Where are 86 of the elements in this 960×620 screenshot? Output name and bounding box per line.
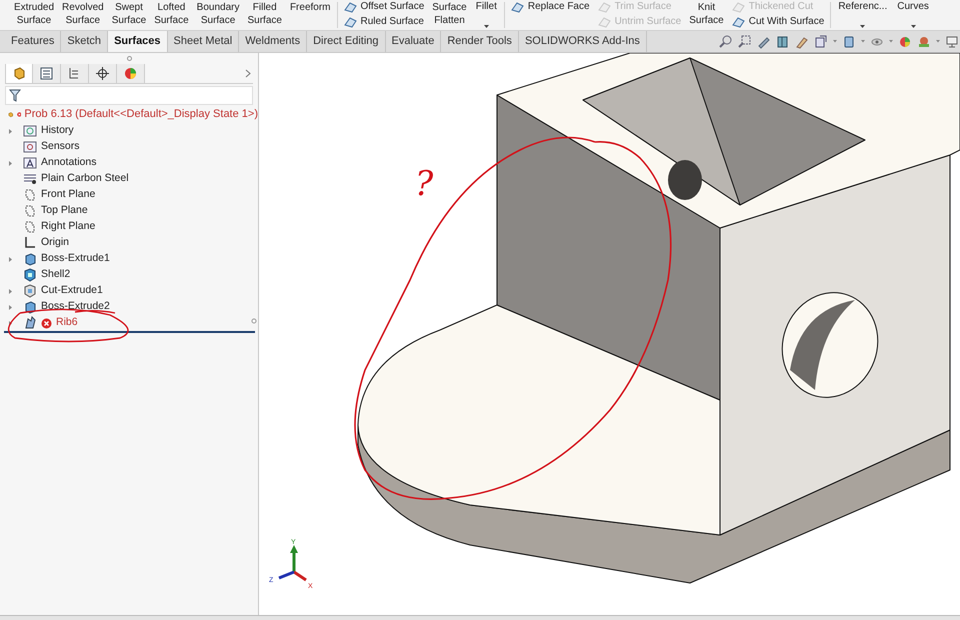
display-style-icon[interactable] bbox=[842, 34, 856, 48]
ribbon-button[interactable]: Lofted Surface bbox=[150, 0, 193, 30]
folder-icon bbox=[23, 124, 37, 138]
surface-icon bbox=[344, 0, 357, 12]
extrude-icon bbox=[23, 252, 37, 266]
property-list-icon bbox=[39, 66, 54, 81]
filter-field[interactable] bbox=[5, 86, 253, 105]
zoom-to-fit-icon[interactable] bbox=[718, 34, 733, 48]
chevron-right-icon[interactable] bbox=[245, 69, 251, 78]
annotation-icon bbox=[23, 156, 37, 170]
surface-icon bbox=[732, 16, 745, 28]
expand-arrow-icon[interactable] bbox=[9, 160, 13, 166]
caret-icon[interactable] bbox=[832, 40, 837, 43]
sensor-icon bbox=[23, 140, 37, 154]
ribbon-button[interactable]: Ruled Surface bbox=[344, 15, 424, 28]
appearance-icon[interactable] bbox=[898, 34, 912, 48]
tree-item[interactable]: Sensors bbox=[41, 139, 80, 155]
ribbon-button[interactable]: Offset Surface bbox=[344, 0, 424, 13]
tree-item[interactable]: History bbox=[41, 123, 74, 139]
cut-icon bbox=[23, 284, 37, 298]
caret-icon bbox=[484, 25, 489, 28]
annotation-stroke bbox=[74, 310, 116, 314]
ribbon-button[interactable]: Knit Surface bbox=[685, 0, 728, 30]
view-orientation-icon[interactable] bbox=[814, 34, 828, 48]
caret-icon[interactable] bbox=[936, 40, 940, 43]
caret-icon[interactable] bbox=[860, 40, 865, 43]
ribbon-button[interactable]: Boundary Surface bbox=[192, 0, 244, 30]
handwritten-question-mark: ? bbox=[415, 164, 434, 204]
tree-item[interactable]: Right Plane bbox=[41, 219, 96, 235]
expand-arrow-icon[interactable] bbox=[9, 304, 13, 310]
crosshair-icon bbox=[95, 66, 110, 81]
plane-icon bbox=[23, 188, 37, 202]
shell-icon bbox=[23, 268, 37, 282]
monitor-icon[interactable] bbox=[944, 34, 959, 48]
grip-icon[interactable] bbox=[126, 56, 132, 61]
expand-arrow-icon[interactable] bbox=[9, 320, 13, 326]
caret-icon bbox=[860, 25, 866, 28]
tree-item[interactable]: Top Plane bbox=[41, 203, 88, 219]
expand-arrow-icon[interactable] bbox=[9, 128, 13, 134]
expand-arrow-icon[interactable] bbox=[9, 288, 13, 294]
ribbon-button[interactable]: Swept Surface bbox=[108, 0, 150, 30]
part-icon bbox=[12, 66, 26, 81]
panel-tab[interactable] bbox=[61, 64, 89, 83]
tree-item[interactable]: Plain Carbon Steel bbox=[41, 171, 129, 187]
grip-icon[interactable] bbox=[251, 318, 257, 324]
ribbon-button[interactable]: Freeform bbox=[286, 0, 335, 30]
section-view-icon[interactable] bbox=[776, 34, 790, 48]
material-icon bbox=[23, 172, 37, 186]
tree-item[interactable]: Annotations bbox=[41, 155, 96, 171]
part-name[interactable]: Prob 6.13 (Default<<Default>_Display State 1>) bbox=[24, 106, 258, 123]
ribbon-button[interactable]: Replace Face bbox=[510, 0, 590, 13]
tree-item[interactable]: Rib6 bbox=[56, 315, 78, 331]
ribbon-button[interactable]: Extruded Surface bbox=[10, 0, 58, 30]
origin-icon bbox=[23, 236, 37, 250]
plane-icon bbox=[23, 220, 37, 234]
ribbon-tab[interactable]: Surfaces bbox=[108, 31, 168, 52]
pencil-icon[interactable] bbox=[756, 34, 771, 48]
caret-icon bbox=[910, 25, 916, 28]
ribbon-button[interactable]: Filled Surface bbox=[243, 0, 286, 30]
tree-item[interactable]: Boss-Extrude1 bbox=[41, 251, 110, 267]
tree-item[interactable]: Boss-Extrude2 bbox=[41, 299, 110, 315]
panel-tab[interactable] bbox=[33, 64, 61, 83]
expand-arrow-icon[interactable] bbox=[9, 256, 13, 262]
caret-icon[interactable] bbox=[888, 40, 893, 43]
ribbon-dropdown-button[interactable]: Referenc... bbox=[833, 0, 892, 30]
panel-tab[interactable] bbox=[5, 64, 33, 83]
axis-triad-drawing bbox=[278, 545, 307, 582]
scene-icon[interactable] bbox=[916, 34, 931, 48]
tree-item[interactable]: Cut-Extrude1 bbox=[41, 283, 103, 299]
appearance-icon bbox=[123, 66, 138, 81]
ribbon-button[interactable]: Revolved Surface bbox=[58, 0, 108, 30]
filter-icon bbox=[9, 89, 21, 102]
ribbon-button[interactable]: Cut With Surface bbox=[732, 15, 824, 28]
tree-item[interactable]: Front Plane bbox=[41, 187, 96, 203]
ribbon-dropdown-button[interactable]: Curves bbox=[892, 0, 934, 30]
panel-tab[interactable] bbox=[89, 64, 117, 83]
tree-item[interactable]: Origin bbox=[41, 235, 70, 251]
ribbon-dropdown-button[interactable]: Fillet bbox=[470, 0, 502, 30]
ribbon-button[interactable]: Surface Flatten bbox=[428, 0, 471, 30]
tree-item[interactable]: Shell2 bbox=[41, 267, 70, 283]
zoom-to-area-icon[interactable] bbox=[738, 34, 752, 48]
surface-icon bbox=[344, 16, 357, 28]
surface-icon bbox=[598, 16, 611, 28]
annotation-view-icon[interactable] bbox=[794, 34, 809, 48]
surface-icon bbox=[510, 0, 524, 12]
plane-icon bbox=[23, 204, 37, 218]
